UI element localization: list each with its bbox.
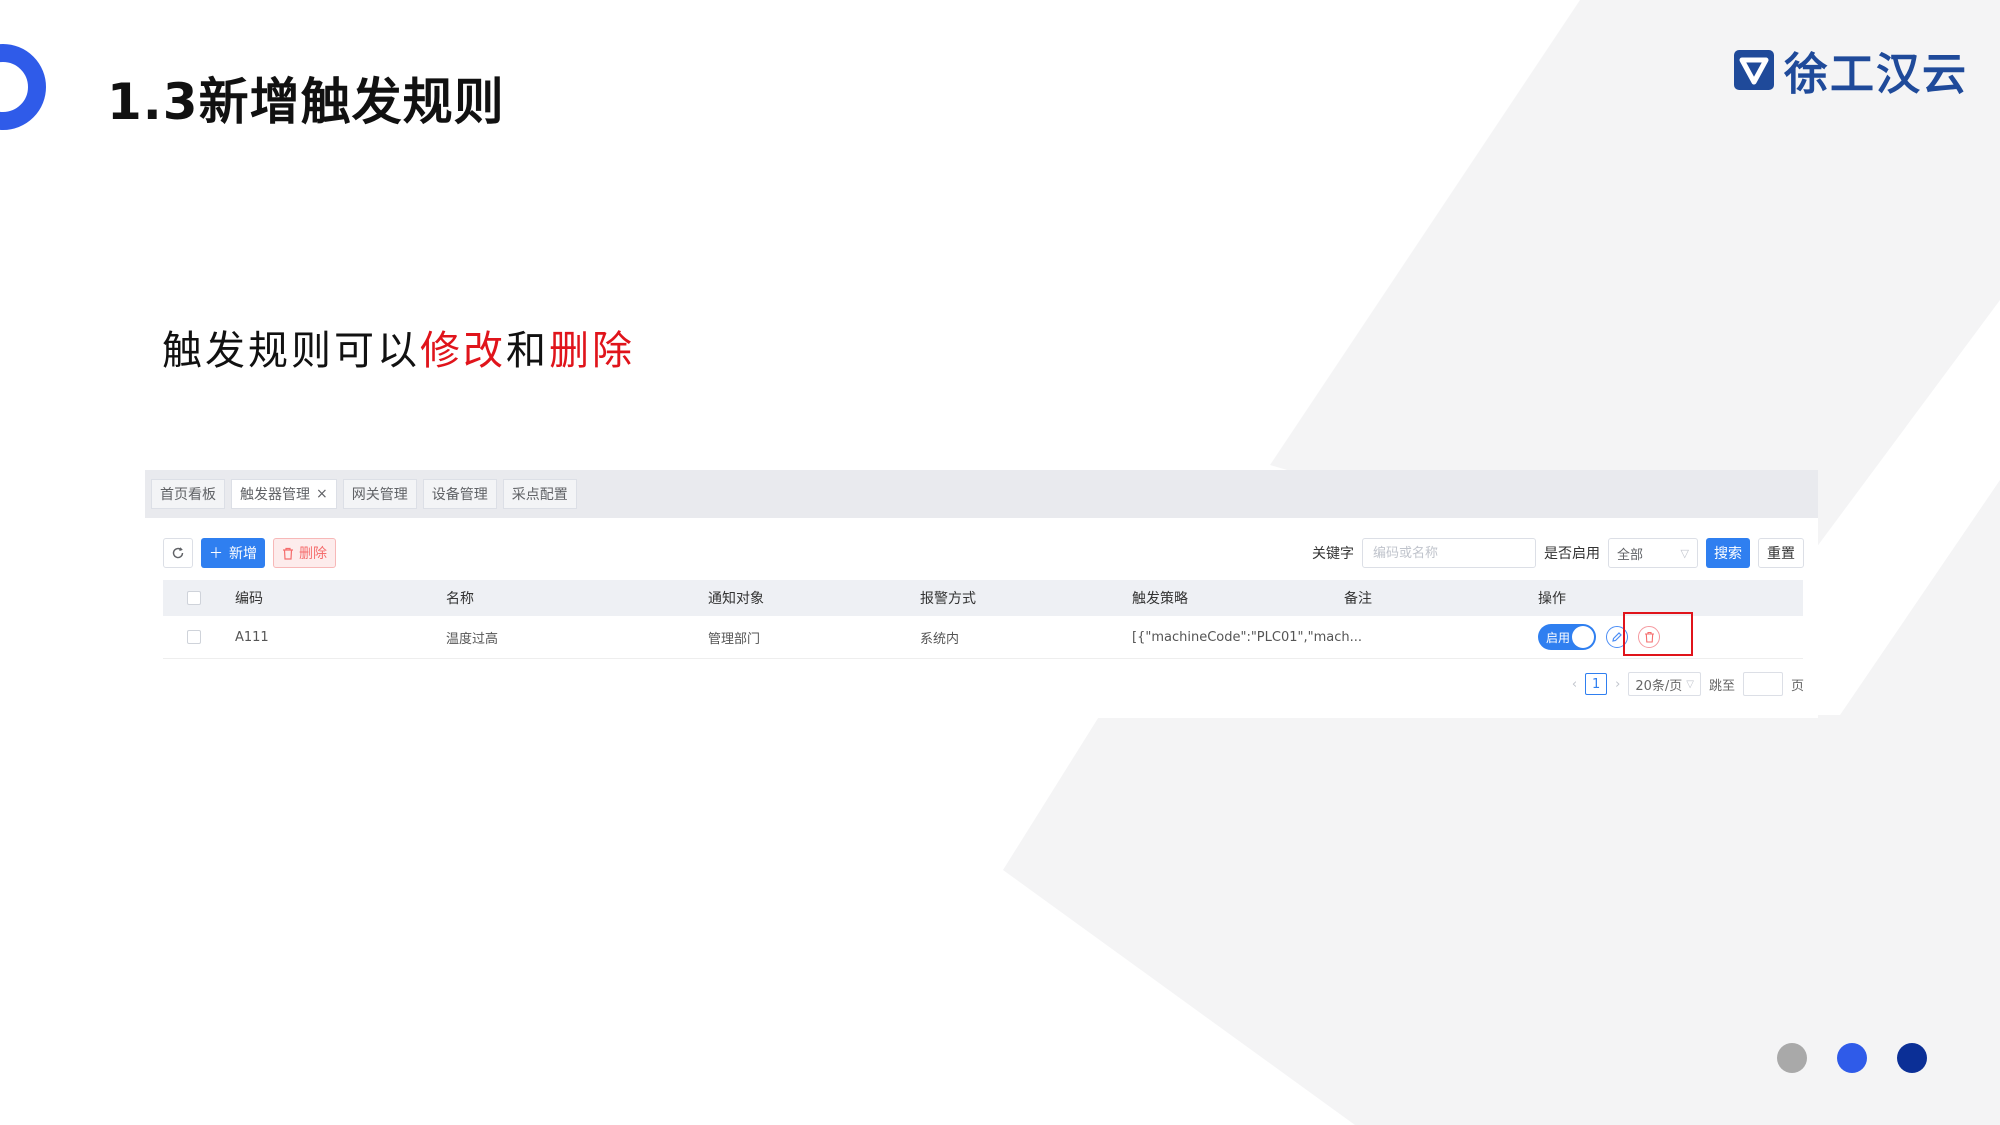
corner-ring-decoration: [0, 44, 46, 130]
dot-grey: [1777, 1043, 1807, 1073]
switch-knob: [1572, 626, 1594, 648]
header-select-all[interactable]: [187, 580, 201, 616]
tab-dashboard[interactable]: 首页看板: [151, 479, 225, 509]
tab-label: 首页看板: [160, 487, 216, 503]
jump-page-input[interactable]: [1742, 672, 1783, 696]
pagination-dots: [1777, 1043, 1927, 1073]
column-header: 备注: [1344, 591, 1372, 607]
filter-bar: 关键字 是否启用 全部 ▽ 搜索 重置: [1312, 538, 1804, 568]
reset-button[interactable]: 重置: [1758, 538, 1804, 568]
close-icon[interactable]: ×: [316, 486, 328, 502]
refresh-button[interactable]: [163, 538, 193, 568]
tab-label: 设备管理: [431, 487, 488, 503]
tab-point-config[interactable]: 采点配置: [502, 479, 577, 509]
page-number-current[interactable]: 1: [1585, 673, 1608, 695]
subtitle-part-3: 和: [506, 328, 549, 374]
prev-page-button[interactable]: ‹: [1572, 677, 1577, 692]
chevron-down-icon: ▽: [1680, 546, 1689, 560]
cell-alarm: 系统内: [920, 631, 960, 647]
chevron-down-icon: ▽: [1686, 678, 1694, 690]
dot-navy: [1897, 1043, 1927, 1073]
column-header: 通知对象: [708, 591, 764, 607]
column-header: 报警方式: [920, 591, 976, 607]
tab-label: 触发器管理: [240, 487, 310, 503]
toolbar: ＋ 新增 删除: [163, 538, 336, 568]
select-all-checkbox[interactable]: [187, 591, 201, 605]
column-header: 名称: [446, 591, 474, 607]
tab-label: 网关管理: [351, 487, 408, 503]
jump-label: 跳至: [1708, 678, 1735, 694]
table-row: A111 温度过高 管理部门 系统内 [{"machineCode":"PLC0…: [163, 616, 1803, 659]
trash-icon: [283, 547, 293, 560]
enabled-select[interactable]: 全部 ▽: [1608, 538, 1698, 568]
row-select[interactable]: [187, 616, 201, 658]
page-size-select[interactable]: 20条/页 ▽: [1628, 672, 1701, 696]
subtitle-keyword-delete: 删除: [549, 328, 635, 374]
cell-code: A111: [235, 629, 269, 645]
enable-switch[interactable]: 启用: [1538, 624, 1596, 650]
slide-subtitle: 触发规则可以修改和删除: [162, 318, 635, 376]
cell-strategy: [{"machineCode":"PLC01","mach...: [1132, 629, 1363, 645]
dot-blue: [1837, 1043, 1867, 1073]
enabled-label: 是否启用: [1544, 546, 1600, 562]
search-button[interactable]: 搜索: [1706, 538, 1750, 568]
subtitle-keyword-edit: 修改: [420, 328, 506, 374]
app-screenshot: 首页看板 触发器管理 × 网关管理 设备管理 采点配置 ＋ 新增 删除 关键字: [145, 470, 1818, 718]
tab-label: 采点配置: [511, 487, 568, 503]
refresh-icon: [172, 547, 184, 559]
enabled-select-value: 全部: [1617, 547, 1644, 563]
actions-highlight-box: [1623, 612, 1693, 656]
delete-button[interactable]: 删除: [273, 538, 336, 568]
tab-device-management[interactable]: 设备管理: [422, 479, 497, 509]
tab-bar: 首页看板 触发器管理 × 网关管理 设备管理 采点配置: [145, 470, 1818, 518]
delete-button-label: 删除: [299, 546, 327, 562]
column-header: 触发策略: [1132, 591, 1188, 607]
add-button[interactable]: ＋ 新增: [201, 538, 265, 568]
logo-text: 徐工汉云: [1784, 49, 1968, 100]
slide-title: 1.3新增触发规则: [107, 73, 505, 131]
tab-gateway-management[interactable]: 网关管理: [342, 479, 417, 509]
logo-mark-icon: [1734, 50, 1774, 90]
cell-notify: 管理部门: [708, 631, 761, 647]
cell-name: 温度过高: [446, 631, 499, 647]
tab-trigger-management[interactable]: 触发器管理 ×: [231, 479, 337, 509]
page-suffix: 页: [1790, 678, 1804, 694]
keyword-label: 关键字: [1312, 546, 1354, 562]
edit-icon: [1612, 632, 1622, 642]
plus-icon: ＋: [209, 546, 223, 562]
company-logo: 徐工汉云: [1732, 38, 1968, 102]
row-checkbox[interactable]: [187, 630, 201, 644]
column-header: 操作: [1538, 591, 1566, 607]
next-page-button[interactable]: ›: [1615, 677, 1620, 692]
page-size-value: 20条/页: [1635, 678, 1683, 694]
add-button-label: 新增: [229, 546, 257, 562]
column-header: 编码: [235, 591, 263, 607]
subtitle-part-1: 触发规则可以: [162, 328, 420, 374]
table-header: 编码 名称 通知对象 报警方式 触发策略 备注 操作: [163, 580, 1803, 616]
keyword-input[interactable]: [1362, 538, 1536, 568]
switch-label: 启用: [1546, 630, 1571, 645]
pagination: ‹ 1 › 20条/页 ▽ 跳至 页: [1572, 672, 1804, 696]
